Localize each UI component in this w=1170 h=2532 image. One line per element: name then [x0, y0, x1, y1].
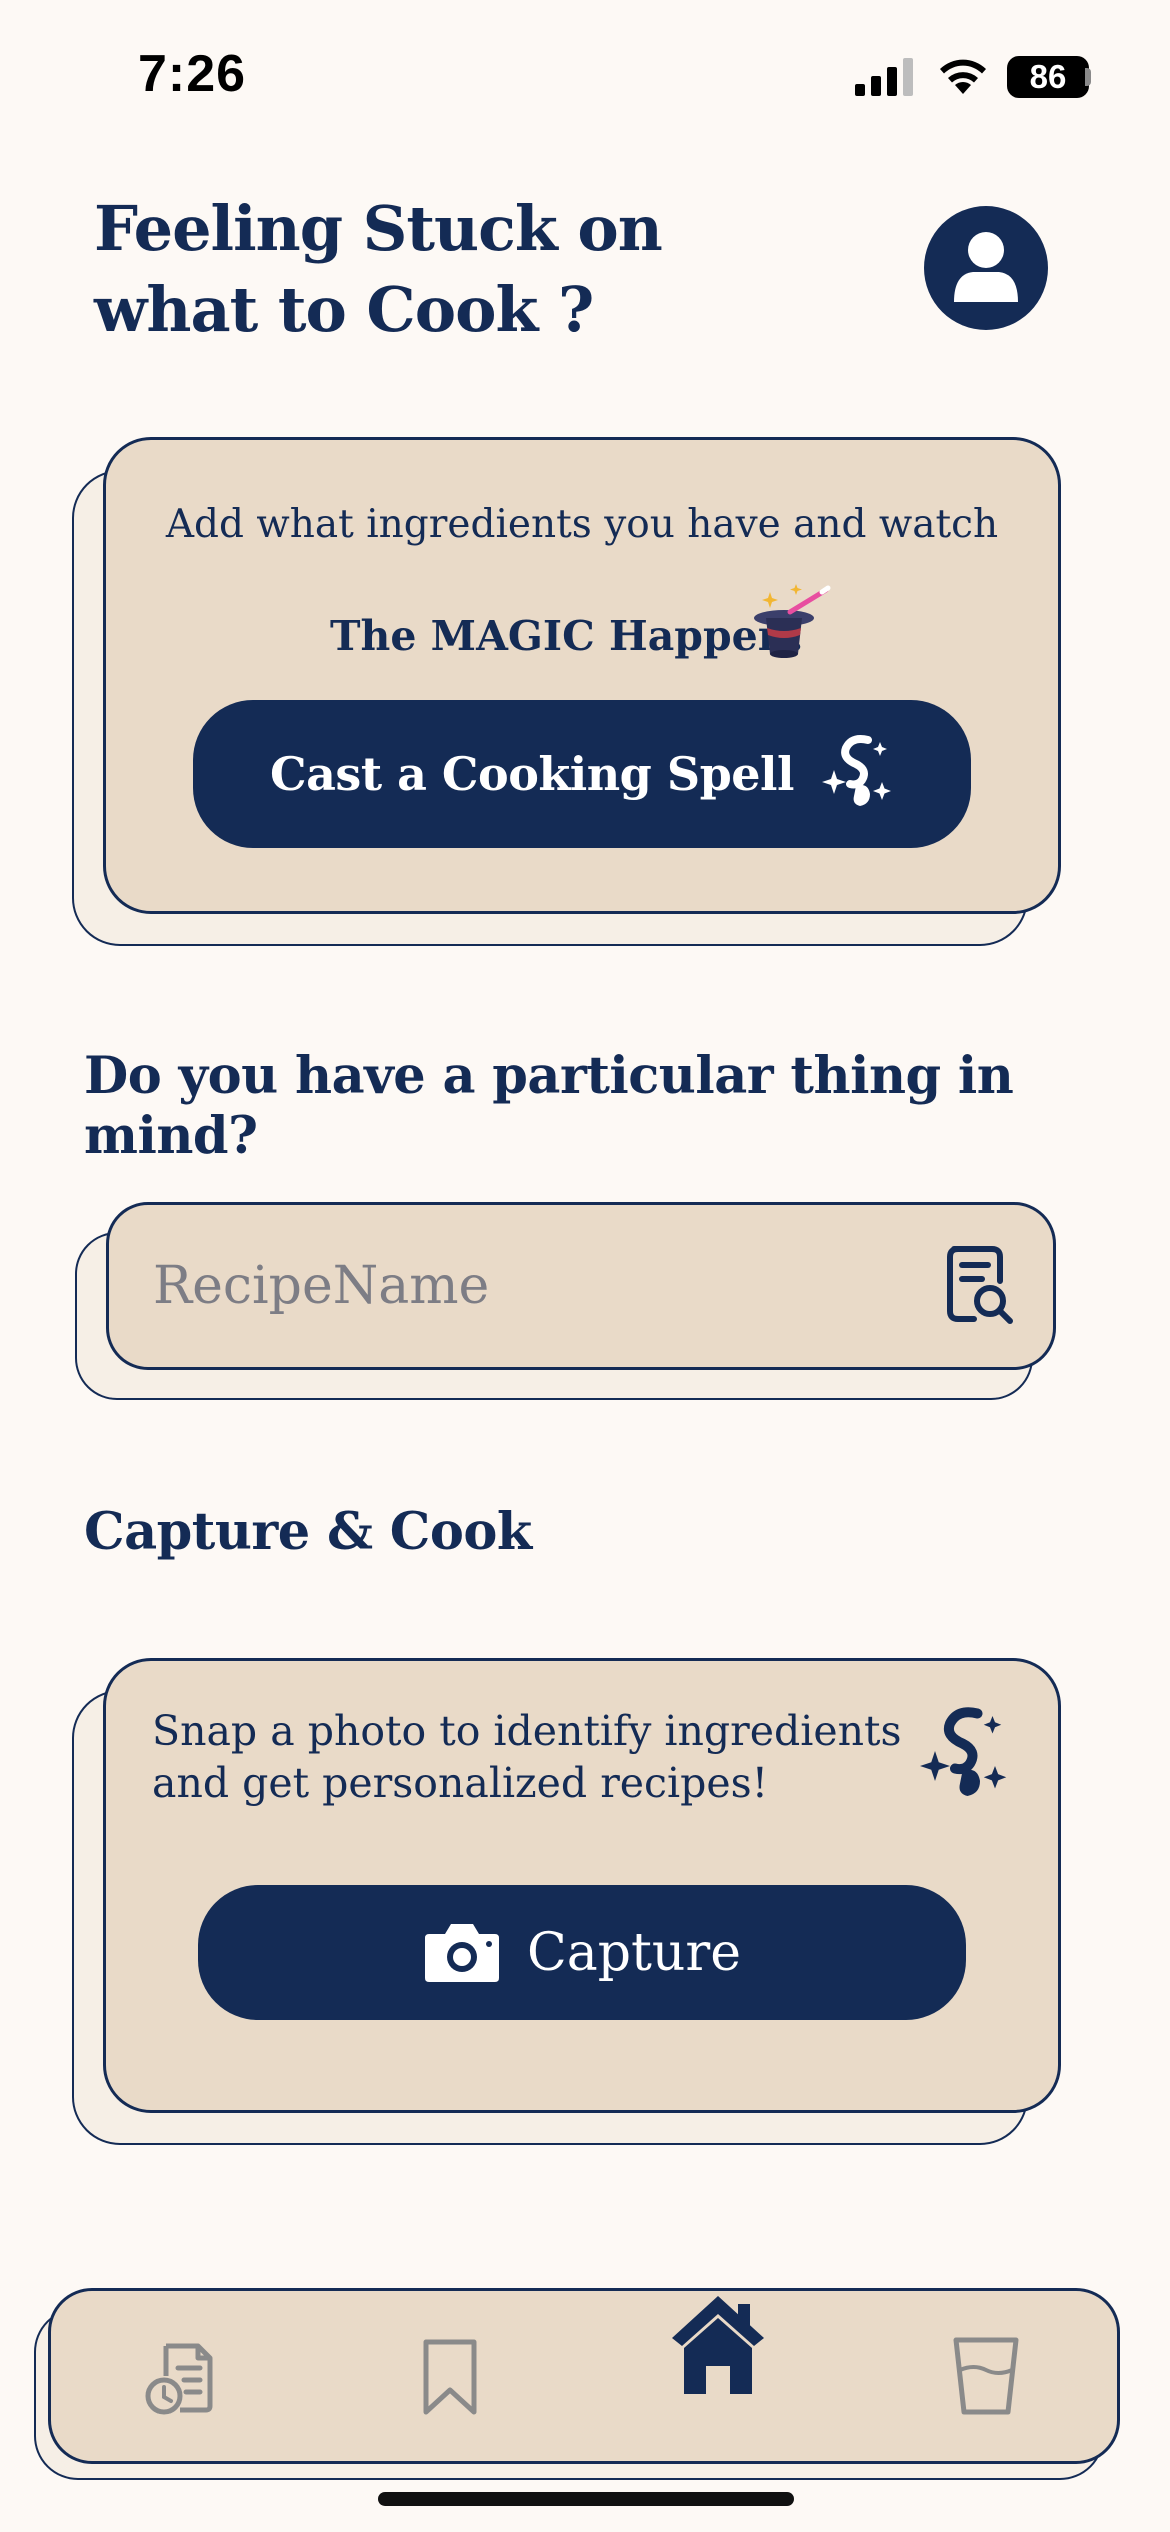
page-title-line2: what to Cook ?	[94, 273, 594, 346]
sparkles-icon	[821, 735, 891, 806]
magic-card-tagline: The MAGIC Happen!	[330, 612, 806, 660]
profile-avatar-button[interactable]	[924, 206, 1048, 330]
recipe-history-icon[interactable]	[144, 2336, 224, 2416]
glass-icon[interactable]	[950, 2334, 1022, 2418]
user-icon	[954, 232, 1018, 302]
recipe-search-heading: Do you have a particular thing in mind?	[84, 1046, 1014, 1166]
home-indicator	[378, 2492, 794, 2506]
capture-button[interactable]: Capture	[198, 1885, 966, 2020]
battery-level: 86	[1029, 58, 1067, 95]
cast-cooking-spell-label: Cast a Cooking Spell	[270, 747, 794, 801]
sparkles-icon	[920, 1707, 1007, 1796]
magic-card-instruction: Add what ingredients you have and watch	[165, 502, 999, 547]
status-time: 7:26	[138, 45, 247, 103]
magic-hat-icon	[754, 584, 831, 658]
battery-indicator: 86	[1007, 56, 1089, 98]
page-title: Feeling Stuck on what to Cook ?	[94, 188, 694, 350]
capture-card-description: Snap a photo to identify ingredients and…	[152, 1707, 902, 1807]
camera-icon	[424, 1923, 499, 1982]
recipe-name-input[interactable]	[106, 1202, 1056, 1370]
cast-cooking-spell-button[interactable]: Cast a Cooking Spell	[193, 700, 971, 848]
home-icon[interactable]	[668, 2292, 768, 2398]
recipe-search-icon[interactable]	[944, 1245, 1016, 1325]
battery-cap	[1085, 68, 1091, 86]
wifi-icon	[940, 59, 986, 94]
bookmark-icon[interactable]	[418, 2336, 482, 2418]
page-title-line1: Feeling Stuck on	[94, 192, 663, 265]
capture-button-label: Capture	[526, 1922, 742, 1983]
cellular-signal-icon	[855, 58, 913, 96]
capture-cook-heading: Capture & Cook	[84, 1502, 532, 1562]
